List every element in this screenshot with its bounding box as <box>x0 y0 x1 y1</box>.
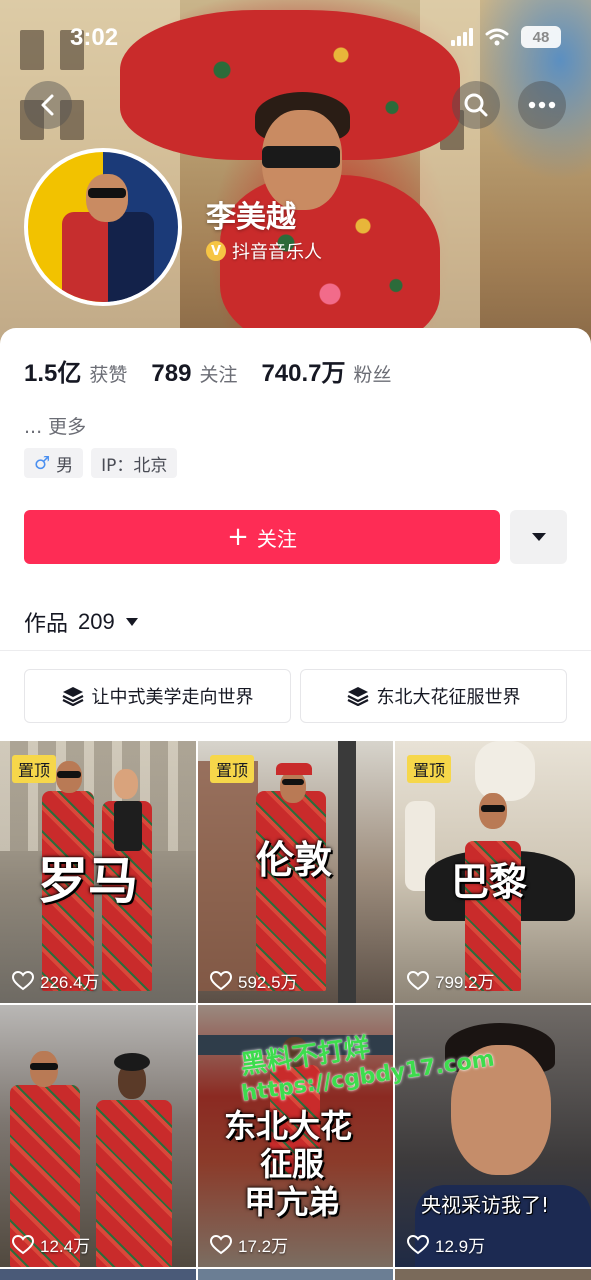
verification-label: 抖音音乐人 <box>232 242 322 263</box>
verified-badge-icon: V <box>206 241 226 261</box>
like-count: 799.2万 <box>407 968 495 993</box>
stat-following[interactable]: 789 关注 <box>151 360 237 388</box>
video-grid: 置顶 罗马 226.4万 置顶 伦敦 592.5万 置顶 巴黎 799.2万 1… <box>0 741 591 1280</box>
status-time: 3:02 <box>70 24 119 51</box>
search-button[interactable] <box>452 81 500 129</box>
ellipsis-icon <box>528 101 556 109</box>
video-overlay-text: 罗马 <box>38 852 138 910</box>
stat-value: 789 <box>151 360 192 387</box>
video-overlay-text: 央视采访我了! <box>421 1193 550 1217</box>
heart-outline-icon <box>407 970 429 990</box>
follow-label: 关注 <box>256 526 297 551</box>
like-count-value: 592.5万 <box>238 973 298 992</box>
follow-button[interactable]: + 关注 <box>24 510 500 564</box>
stats-row: 1.5亿 获赞 789 关注 740.7万 粉丝 <box>24 353 416 388</box>
heart-outline-icon <box>210 970 232 990</box>
video-tile[interactable]: 央视采访我了! 12.9万 <box>395 1005 591 1267</box>
video-tile[interactable]: 12.4万 <box>0 1005 196 1267</box>
search-icon <box>464 93 488 117</box>
like-count-value: 17.2万 <box>238 1237 289 1256</box>
like-count: 226.4万 <box>12 968 100 993</box>
heart-outline-icon <box>407 1234 429 1254</box>
heart-outline-icon <box>12 1234 34 1254</box>
status-icons: 48 <box>451 26 561 48</box>
like-count: 12.4万 <box>12 1232 90 1257</box>
verification-row: V 抖音音乐人 <box>206 238 322 264</box>
wifi-icon <box>485 28 509 46</box>
gender-tag: ♂ 男 <box>24 448 84 478</box>
stat-value: 740.7万 <box>261 360 346 387</box>
heart-outline-icon <box>12 970 34 990</box>
stat-label: 粉丝 <box>353 364 392 386</box>
cellular-signal-icon <box>451 28 473 46</box>
plus-icon: + <box>227 522 249 552</box>
ip-label: IP：北京 <box>101 455 168 476</box>
stat-followers[interactable]: 740.7万 粉丝 <box>261 353 391 388</box>
works-label: 作品 <box>24 612 69 637</box>
like-count: 12.9万 <box>407 1232 485 1257</box>
collection-label: 让中式美学走向世界 <box>91 687 254 708</box>
male-icon: ♂ <box>34 452 51 474</box>
video-tile[interactable]: 置顶 巴黎 799.2万 <box>395 741 591 1003</box>
video-tile[interactable] <box>198 1269 393 1280</box>
chevron-left-icon <box>41 94 54 116</box>
divider <box>0 650 591 651</box>
bio-more-link[interactable]: ... 更多 <box>24 412 86 439</box>
caret-down-icon <box>125 618 138 626</box>
video-overlay-text: 巴黎 <box>451 860 528 904</box>
video-tile[interactable]: 置顶 罗马 226.4万 <box>0 741 196 1003</box>
like-count: 592.5万 <box>210 968 298 993</box>
recommend-dropdown-button[interactable] <box>510 510 567 564</box>
layers-icon <box>62 687 83 706</box>
works-count: 209 <box>78 609 115 634</box>
video-tile[interactable]: 置顶 伦敦 592.5万 <box>198 741 393 1003</box>
collection-chip-chinese-aesthetics[interactable]: 让中式美学走向世界 <box>24 669 291 723</box>
stat-label: 关注 <box>199 364 238 386</box>
stat-value: 1.5亿 <box>24 360 82 387</box>
video-overlay-text: 伦敦 <box>256 838 333 882</box>
back-button[interactable] <box>24 81 72 129</box>
video-overlay-text: 甲亢弟 <box>244 1183 341 1221</box>
works-tab[interactable]: 作品 209 <box>24 606 139 638</box>
video-tile[interactable] <box>0 1269 196 1280</box>
layers-icon <box>347 687 368 706</box>
like-count-value: 226.4万 <box>40 973 100 992</box>
like-count-value: 12.9万 <box>435 1237 486 1256</box>
gender-label: 男 <box>56 455 74 476</box>
like-count: 17.2万 <box>210 1232 288 1257</box>
pinned-badge: 置顶 <box>210 755 255 783</box>
avatar[interactable] <box>24 148 182 306</box>
caret-down-icon <box>531 533 546 541</box>
pinned-badge: 置顶 <box>407 755 452 783</box>
collection-label: 东北大花征服世界 <box>376 687 521 708</box>
stat-label: 获赞 <box>89 364 128 386</box>
video-tile[interactable] <box>395 1269 591 1280</box>
pinned-badge: 置顶 <box>12 755 57 783</box>
profile-tags: ♂ 男 IP：北京 <box>24 448 178 478</box>
profile-name: 李美越 <box>206 200 296 235</box>
stat-likes: 1.5亿 获赞 <box>24 353 127 388</box>
more-options-button[interactable] <box>518 81 566 129</box>
ip-tag: IP：北京 <box>91 448 178 478</box>
battery-indicator: 48 <box>521 26 561 48</box>
collection-chip-dongbei-flower[interactable]: 东北大花征服世界 <box>300 669 567 723</box>
like-count-value: 12.4万 <box>40 1237 91 1256</box>
like-count-value: 799.2万 <box>435 973 495 992</box>
heart-outline-icon <box>210 1234 232 1254</box>
